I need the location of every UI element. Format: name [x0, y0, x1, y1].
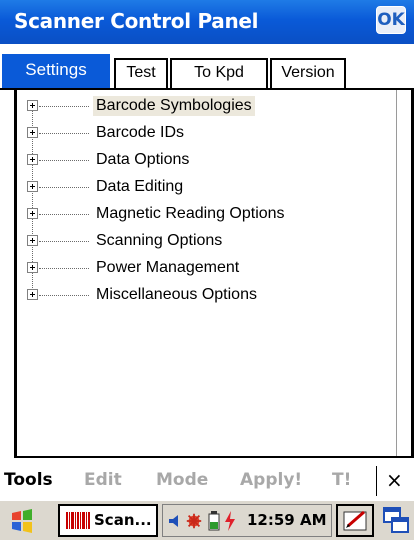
title-bar: Scanner Control Panel OK	[0, 0, 414, 44]
expand-icon[interactable]	[27, 154, 38, 165]
tree-item-label[interactable]: Data Options	[93, 150, 192, 170]
tab-settings[interactable]: Settings	[2, 54, 110, 88]
menu-apply[interactable]: Apply!	[240, 470, 302, 490]
taskbar-task-label: Scan...	[94, 511, 152, 529]
tree-item-label[interactable]: Scanning Options	[93, 231, 225, 251]
tree-connector	[39, 241, 89, 242]
vertical-scrollbar[interactable]	[396, 90, 411, 456]
window-title: Scanner Control Panel	[14, 9, 259, 33]
tree-connector	[39, 268, 89, 269]
speaker-icon[interactable]	[167, 511, 185, 531]
expand-icon[interactable]	[27, 235, 38, 246]
pen-input-icon	[343, 510, 367, 531]
tree-connector	[39, 133, 89, 134]
tab-strip: Settings Test To Kpd Version	[0, 44, 414, 90]
menu-edit[interactable]: Edit	[84, 470, 122, 490]
switch-windows-icon[interactable]	[382, 506, 410, 534]
expand-icon[interactable]	[27, 262, 38, 273]
taskbar: Scan... 12:59 AM	[0, 500, 414, 540]
close-icon[interactable]: ×	[386, 468, 403, 492]
tree-connector	[39, 214, 89, 215]
tree-item-miscellaneous-options[interactable]: Miscellaneous Options	[23, 283, 403, 307]
taskbar-scanner-button[interactable]: Scan...	[58, 504, 158, 537]
tree-item-barcode-ids[interactable]: Barcode IDs	[23, 121, 403, 145]
network-icon[interactable]	[185, 511, 203, 531]
tab-to-kpd[interactable]: To Kpd	[170, 58, 268, 88]
tree-item-scanning-options[interactable]: Scanning Options	[23, 229, 403, 253]
tree-connector	[39, 106, 89, 107]
tree-item-data-options[interactable]: Data Options	[23, 148, 403, 172]
input-panel-button[interactable]	[336, 504, 374, 537]
tree-item-label[interactable]: Power Management	[93, 258, 242, 278]
windows-start-icon[interactable]	[10, 509, 34, 533]
expand-icon[interactable]	[27, 208, 38, 219]
expand-icon[interactable]	[27, 100, 38, 111]
tree-item-data-editing[interactable]: Data Editing	[23, 175, 403, 199]
tree-item-label[interactable]: Barcode Symbologies	[93, 96, 255, 116]
expand-icon[interactable]	[27, 127, 38, 138]
barcode-icon	[66, 512, 90, 529]
tree-item-label[interactable]: Barcode IDs	[93, 123, 187, 143]
menu-t[interactable]: T!	[332, 470, 351, 490]
expand-icon[interactable]	[27, 181, 38, 192]
ok-button[interactable]: OK	[376, 6, 406, 34]
tree-item-label[interactable]: Data Editing	[93, 177, 186, 197]
menu-mode[interactable]: Mode	[156, 470, 208, 490]
tree-connector	[39, 160, 89, 161]
system-tray: 12:59 AM	[162, 504, 332, 537]
charging-icon[interactable]	[221, 511, 239, 531]
settings-tree-view[interactable]: Barcode Symbologies Barcode IDs Data Opt…	[14, 90, 414, 458]
menu-separator	[376, 466, 377, 496]
menu-bar: Tools Edit Mode Apply! T! ×	[0, 462, 414, 500]
tree-item-label[interactable]: Magnetic Reading Options	[93, 204, 288, 224]
tree-item-barcode-symbologies[interactable]: Barcode Symbologies	[23, 94, 403, 118]
tree-item-label[interactable]: Miscellaneous Options	[93, 285, 260, 305]
tree-item-magnetic-reading-options[interactable]: Magnetic Reading Options	[23, 202, 403, 226]
tree-connector	[39, 187, 89, 188]
clock[interactable]: 12:59 AM	[247, 511, 327, 529]
tab-version[interactable]: Version	[270, 58, 346, 88]
menu-tools[interactable]: Tools	[4, 470, 53, 490]
tree-item-power-management[interactable]: Power Management	[23, 256, 403, 280]
tab-test[interactable]: Test	[114, 58, 168, 88]
expand-icon[interactable]	[27, 289, 38, 300]
tree-connector	[39, 295, 89, 296]
